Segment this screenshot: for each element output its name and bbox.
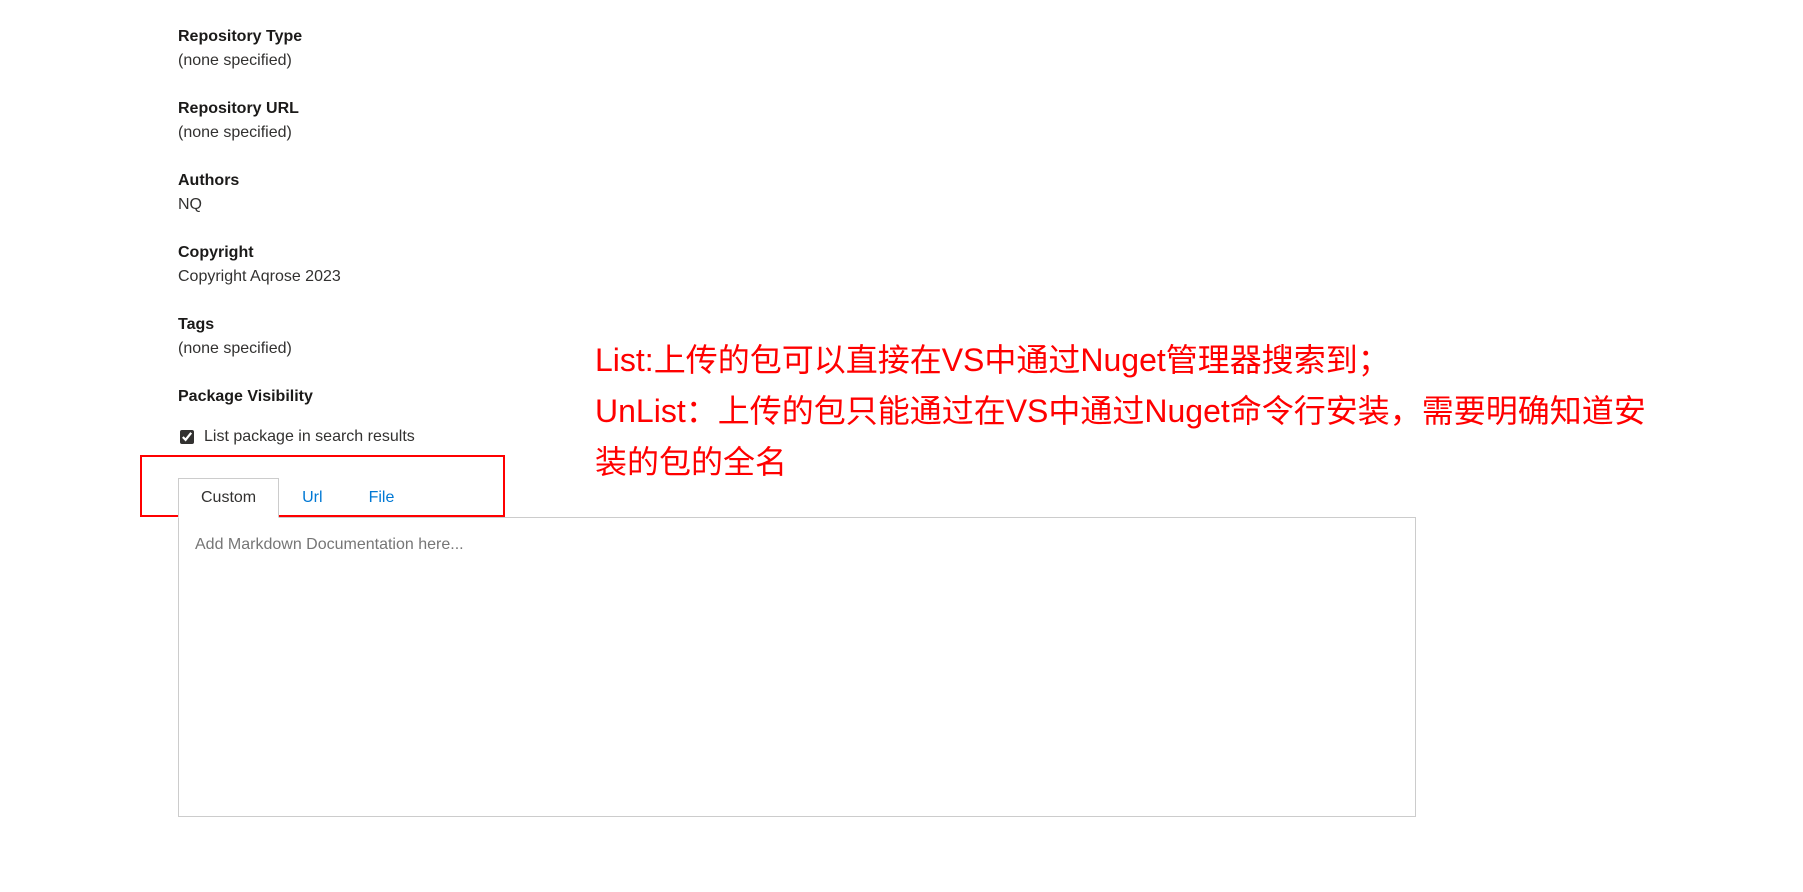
repository-url-label: Repository URL (178, 100, 1803, 118)
list-package-checkbox[interactable] (180, 430, 194, 444)
documentation-textarea-container (178, 517, 1803, 820)
list-package-checkbox-label: List package in search results (204, 428, 415, 446)
copyright-value: Copyright Aqrose 2023 (178, 268, 1803, 286)
documentation-textarea[interactable] (178, 517, 1416, 817)
tab-file[interactable]: File (346, 478, 418, 518)
list-package-checkbox-row[interactable]: List package in search results (178, 420, 1803, 456)
authors-field: Authors NQ (178, 172, 1803, 214)
copyright-label: Copyright (178, 244, 1803, 262)
repository-type-value: (none specified) (178, 52, 1803, 70)
package-visibility-section: Package Visibility List package in searc… (178, 388, 1803, 456)
tab-url[interactable]: Url (279, 478, 345, 518)
repository-type-field: Repository Type (none specified) (178, 28, 1803, 70)
documentation-tabs: Custom Url File (178, 478, 1803, 518)
tab-custom[interactable]: Custom (178, 478, 279, 518)
package-visibility-label: Package Visibility (178, 388, 1803, 406)
repository-type-label: Repository Type (178, 28, 1803, 46)
authors-value: NQ (178, 196, 1803, 214)
tags-field: Tags (none specified) (178, 316, 1803, 358)
authors-label: Authors (178, 172, 1803, 190)
tags-label: Tags (178, 316, 1803, 334)
tags-value: (none specified) (178, 340, 1803, 358)
repository-url-field: Repository URL (none specified) (178, 100, 1803, 142)
copyright-field: Copyright Copyright Aqrose 2023 (178, 244, 1803, 286)
repository-url-value: (none specified) (178, 124, 1803, 142)
